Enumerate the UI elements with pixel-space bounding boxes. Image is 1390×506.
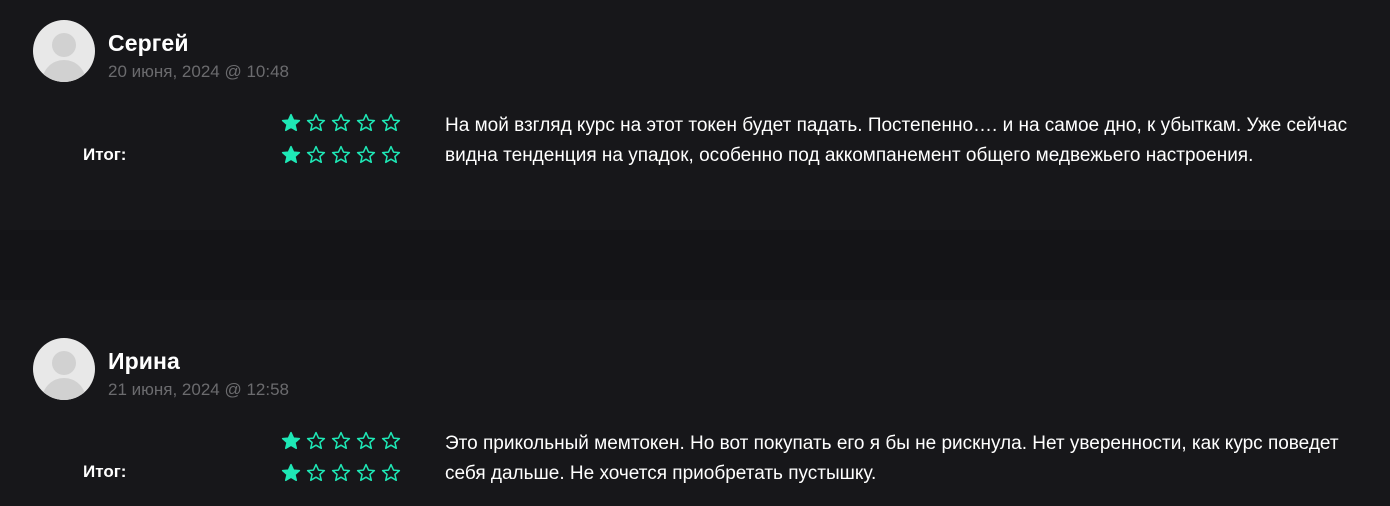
empty-star-icon bbox=[356, 463, 376, 483]
empty-star-icon bbox=[356, 431, 376, 451]
review-text: Это прикольный мемтокен. Но вот покупать… bbox=[445, 433, 1339, 484]
empty-star-icon bbox=[381, 431, 401, 451]
empty-star-icon bbox=[381, 113, 401, 133]
empty-star-icon bbox=[381, 145, 401, 165]
filled-star-icon bbox=[281, 145, 301, 165]
filled-star-icon bbox=[281, 113, 301, 133]
empty-star-icon bbox=[331, 463, 351, 483]
empty-star-icon bbox=[331, 113, 351, 133]
filled-star-icon bbox=[281, 431, 301, 451]
rating-stars bbox=[281, 431, 406, 451]
filled-star-icon bbox=[281, 463, 301, 483]
avatar-icon bbox=[33, 338, 95, 400]
avatar-icon bbox=[33, 20, 95, 82]
rating-stars bbox=[281, 463, 406, 483]
empty-star-icon bbox=[356, 145, 376, 165]
total-label: Итог: bbox=[83, 145, 127, 164]
review-author: Ирина bbox=[108, 348, 180, 374]
section-divider-band bbox=[0, 230, 1390, 300]
empty-star-icon bbox=[331, 145, 351, 165]
review-text: На мой взгляд курс на этот токен будет п… bbox=[445, 115, 1348, 166]
rating-stars bbox=[281, 145, 406, 165]
empty-star-icon bbox=[306, 113, 326, 133]
review-date: 21 июня, 2024 @ 12:58 bbox=[108, 380, 289, 399]
empty-star-icon bbox=[306, 463, 326, 483]
review-date: 20 июня, 2024 @ 10:48 bbox=[108, 62, 289, 81]
review-author: Сергей bbox=[108, 30, 189, 56]
empty-star-icon bbox=[306, 431, 326, 451]
empty-star-icon bbox=[331, 431, 351, 451]
empty-star-icon bbox=[306, 145, 326, 165]
rating-stars bbox=[281, 113, 406, 133]
total-label: Итог: bbox=[83, 462, 127, 481]
empty-star-icon bbox=[381, 463, 401, 483]
empty-star-icon bbox=[356, 113, 376, 133]
